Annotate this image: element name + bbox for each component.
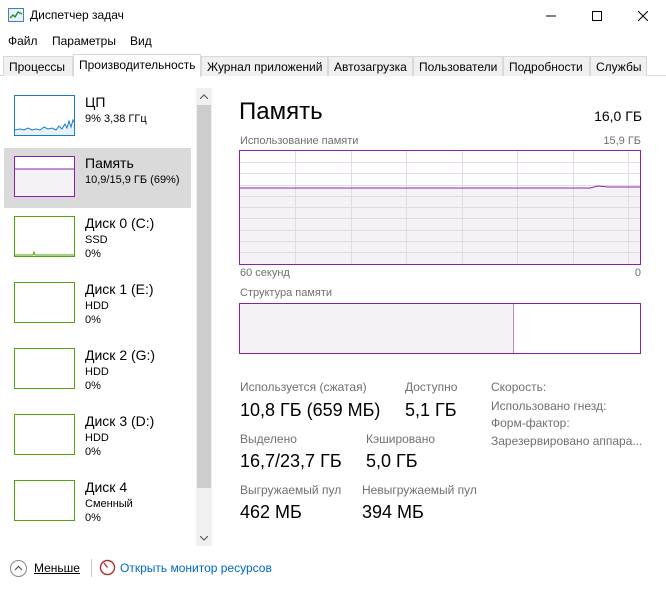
task-manager-icon (8, 8, 24, 22)
nonpaged-pool-value: 394 МБ (362, 502, 424, 522)
disk-2-usage: 0% (85, 380, 101, 392)
window-title: Диспетчер задач (30, 8, 124, 22)
memory-usage-graph (239, 150, 641, 265)
tab-services[interactable]: Службы (590, 56, 647, 76)
cached-label: Кэшировано (366, 432, 436, 446)
in-use-value: 10,8 ГБ (659 МБ) (240, 400, 381, 420)
form-factor-label: Форм-фактор: (491, 416, 570, 430)
scrollbar-thumb[interactable] (197, 105, 211, 488)
resource-item-cpu[interactable]: ЦП 9% 3,38 ГГц (4, 87, 191, 147)
resource-item-disk-4[interactable]: Диск 4 Сменный 0% (4, 472, 191, 532)
available-label: Доступно (405, 380, 458, 394)
resource-list: ЦП 9% 3,38 ГГц Память 10,9/15,9 ГБ (69%)… (0, 77, 212, 546)
footer-divider (91, 559, 92, 577)
usage-graph-max: 15,9 ГБ (603, 135, 641, 147)
tab-details[interactable]: Подробности (503, 56, 590, 76)
resource-item-disk-1[interactable]: Диск 1 (E:) HDD 0% (4, 274, 191, 334)
speed-label: Скорость: (491, 380, 547, 394)
resource-item-disk-2[interactable]: Диск 2 (G:) HDD 0% (4, 340, 191, 400)
graph-axis-left: 60 секунд (240, 267, 290, 279)
memory-structure-in-use (240, 304, 514, 353)
fewer-details-button[interactable]: Меньше (34, 561, 80, 575)
menu-file[interactable]: Файл (8, 34, 38, 48)
title-bar: Диспетчер задач (0, 0, 666, 31)
scroll-up-arrow-icon[interactable] (196, 88, 212, 104)
minimize-button[interactable] (528, 0, 574, 31)
available-value: 5,1 ГБ (405, 400, 457, 420)
tab-processes[interactable]: Процессы (3, 56, 73, 76)
tab-bar: Процессы Производительность Журнал прило… (0, 54, 666, 77)
disk-0-mini-graph (14, 216, 75, 257)
slots-used-label: Использовано гнезд: (491, 399, 607, 413)
disk-4-type: Сменный (85, 498, 133, 510)
cpu-mini-graph (14, 95, 75, 136)
cpu-usage: 9% 3,38 ГГц (85, 113, 147, 125)
memory-usage: 10,9/15,9 ГБ (69%) (85, 174, 180, 186)
close-button[interactable] (620, 0, 666, 31)
disk-2-type: HDD (85, 366, 109, 378)
memory-structure-label: Структура памяти (240, 287, 333, 299)
menu-view[interactable]: Вид (130, 34, 152, 48)
disk-0-usage: 0% (85, 248, 101, 260)
cached-value: 5,0 ГБ (366, 451, 418, 471)
disk-1-mini-graph (14, 282, 75, 323)
memory-structure-bar (239, 303, 641, 354)
disk-1-title: Диск 1 (E:) (85, 281, 154, 297)
resource-list-scrollbar[interactable] (196, 88, 212, 546)
cpu-title: ЦП (85, 94, 106, 110)
resource-monitor-icon[interactable] (99, 559, 116, 576)
disk-1-usage: 0% (85, 314, 101, 326)
tab-performance[interactable]: Производительность (73, 54, 201, 77)
chevron-up-circle-icon[interactable] (10, 560, 27, 577)
disk-4-mini-graph (14, 480, 75, 521)
total-memory: 16,0 ГБ (594, 108, 642, 124)
disk-2-mini-graph (14, 348, 75, 389)
memory-title: Память (85, 155, 134, 171)
maximize-button[interactable] (574, 0, 620, 31)
disk-0-type: SSD (85, 234, 108, 246)
disk-3-usage: 0% (85, 446, 101, 458)
tab-app-history[interactable]: Журнал приложений (201, 56, 328, 76)
disk-1-type: HDD (85, 300, 109, 312)
in-use-label: Используется (сжатая) (240, 380, 367, 394)
tab-users[interactable]: Пользователи (413, 56, 503, 76)
committed-label: Выделено (240, 432, 297, 446)
disk-4-usage: 0% (85, 512, 101, 524)
resource-item-memory[interactable]: Память 10,9/15,9 ГБ (69%) (4, 148, 191, 208)
tab-startup[interactable]: Автозагрузка (328, 56, 413, 76)
graph-axis-right: 0 (634, 267, 641, 279)
memory-mini-graph (14, 156, 75, 197)
disk-2-title: Диск 2 (G:) (85, 347, 156, 363)
disk-3-mini-graph (14, 414, 75, 455)
resource-title: Память (239, 98, 323, 125)
resource-item-disk-0[interactable]: Диск 0 (C:) SSD 0% (4, 208, 191, 268)
paged-pool-value: 462 МБ (240, 502, 302, 522)
footer-bar: Меньше Открыть монитор ресурсов (0, 553, 666, 593)
usage-graph-label: Использование памяти (240, 135, 359, 147)
disk-4-title: Диск 4 (85, 479, 128, 495)
scroll-down-arrow-icon[interactable] (196, 530, 212, 546)
committed-value: 16,7/23,7 ГБ (240, 451, 342, 471)
resource-item-disk-3[interactable]: Диск 3 (D:) HDD 0% (4, 406, 191, 466)
disk-3-type: HDD (85, 432, 109, 444)
open-resource-monitor-link[interactable]: Открыть монитор ресурсов (120, 561, 272, 575)
paged-pool-label: Выгружаемый пул (240, 483, 342, 497)
disk-0-title: Диск 0 (C:) (85, 215, 155, 231)
disk-3-title: Диск 3 (D:) (85, 413, 155, 429)
menu-options[interactable]: Параметры (52, 34, 116, 48)
hardware-reserved-label: Зарезервировано аппара... (491, 434, 643, 448)
menu-bar: Файл Параметры Вид (0, 31, 666, 51)
nonpaged-pool-label: Невыгружаемый пул (362, 483, 477, 497)
